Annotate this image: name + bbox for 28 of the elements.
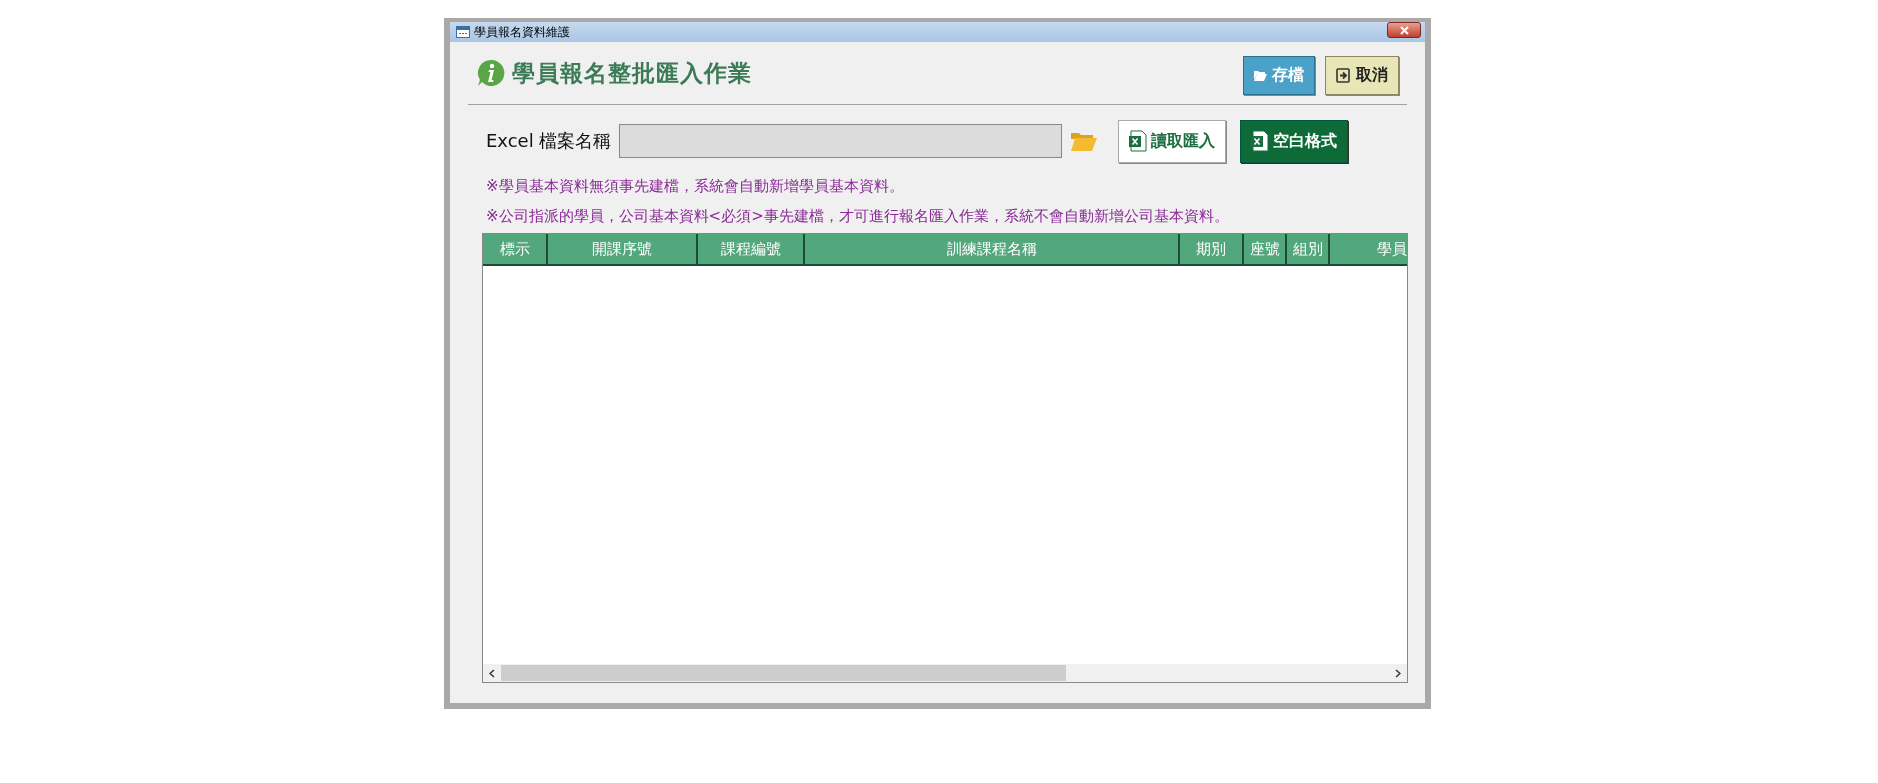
file-name-label: Excel 檔案名稱 [486,129,612,153]
scrollbar-thumb[interactable] [501,665,1066,681]
info-icon [476,58,506,88]
column-header[interactable]: 課程編號 [698,234,805,264]
cancel-button[interactable]: 取消 [1325,55,1399,95]
window-icon [456,26,470,38]
close-icon [1399,25,1409,35]
scroll-right-icon[interactable] [1395,668,1401,678]
exit-icon [1336,67,1351,83]
read-import-button[interactable]: 讀取匯入 [1118,119,1227,163]
page-heading: 學員報名整批匯入作業 [512,58,752,88]
spreadsheet-icon [1129,130,1148,152]
window-title: 學員報名資料維護 [474,23,570,41]
note-text: ※學員基本資料無須事先建檔，系統會自動新增學員基本資料。 [486,176,905,197]
spreadsheet-icon [1251,130,1270,152]
column-header[interactable]: 座號 [1244,234,1287,264]
column-header[interactable]: 學員 [1330,234,1407,264]
blank-template-button[interactable]: 空白格式 [1240,119,1349,163]
save-button[interactable]: 存檔 [1243,55,1315,95]
column-header[interactable]: 期別 [1180,234,1244,264]
note-text: ※公司指派的學員，公司基本資料<必須>事先建檔，才可進行報名匯入作業，系統不會自動新增公司基本資料。 [486,206,1230,227]
column-header[interactable]: 開課序號 [548,234,698,264]
close-button[interactable] [1387,22,1421,38]
column-header[interactable]: 組別 [1287,234,1330,264]
column-header[interactable]: 訓練課程名稱 [805,234,1180,264]
folder-icon [1254,69,1267,81]
scroll-left-icon[interactable] [489,668,495,678]
column-header[interactable]: 標示 [483,234,548,264]
